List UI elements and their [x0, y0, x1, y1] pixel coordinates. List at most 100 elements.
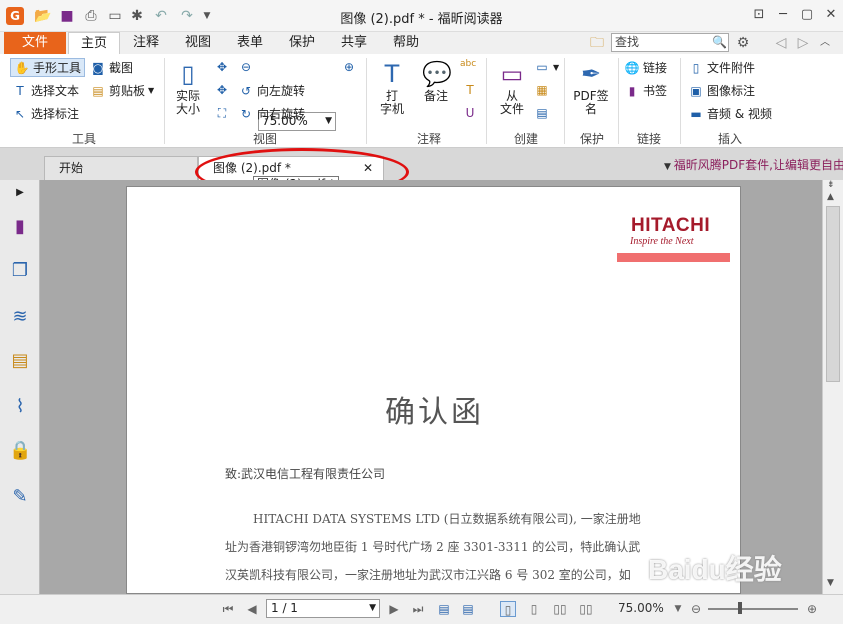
- tab-form[interactable]: 表单: [228, 32, 272, 54]
- note-label: 备注: [423, 89, 448, 103]
- promo-link[interactable]: ▼ 福昕风腾PDF套件,让编辑更自由: [664, 156, 843, 173]
- select-annotation-button[interactable]: ↖ 选择标注: [12, 105, 79, 122]
- bookmark-panel-icon[interactable]: ▮: [9, 216, 31, 238]
- continuous-icon[interactable]: ▯: [526, 601, 542, 617]
- typewriter-button[interactable]: T 打字机: [374, 60, 410, 116]
- continuous-facing-icon[interactable]: ▯▯: [578, 601, 594, 617]
- brand-tagline: Inspire the Next: [630, 236, 694, 247]
- zoom-slider-knob[interactable]: [738, 602, 742, 614]
- zoom-status[interactable]: 75.00%: [618, 601, 664, 615]
- note-button[interactable]: 💬 备注: [416, 60, 456, 103]
- pdf-page[interactable]: HITACHI Inspire the Next 确认函 致:武汉电信工程有限责…: [126, 186, 741, 594]
- create-scan-button[interactable]: ▦: [534, 82, 550, 98]
- tab-home[interactable]: 主页: [68, 32, 120, 54]
- scanner-icon: ▦: [536, 83, 548, 97]
- fit-width-icon: ✥: [216, 83, 228, 97]
- clipboard-button[interactable]: ▤ 剪贴板 ▼: [90, 82, 154, 99]
- previous-view-icon[interactable]: ▤: [436, 601, 452, 617]
- fit-width-button[interactable]: ✥: [214, 82, 230, 98]
- chevron-down-icon: ▼: [664, 162, 674, 172]
- tab-file[interactable]: 文件: [4, 32, 66, 54]
- group-label-insert: 插入: [717, 132, 742, 146]
- tab-protect[interactable]: 保护: [280, 32, 324, 54]
- search-folder-icon[interactable]: 🗀: [588, 34, 606, 52]
- tab-start[interactable]: 开始: [44, 156, 198, 180]
- file-attachment-button[interactable]: ▯ 文件附件: [688, 59, 755, 76]
- zoom-in-icon: ⊕: [343, 60, 355, 74]
- pdf-sign-button[interactable]: ✒ PDF签名: [570, 60, 612, 116]
- tab-share[interactable]: 共享: [332, 32, 376, 54]
- create-blank-button[interactable]: ▭ ▼: [534, 59, 559, 75]
- select-text-button[interactable]: T 选择文本: [12, 82, 79, 99]
- actual-size-button[interactable]: ▯ 实际 大小: [170, 60, 206, 116]
- rotate-left-button[interactable]: ↺ 向左旋转: [238, 82, 305, 99]
- create-clipboard-button[interactable]: ▤: [534, 105, 550, 121]
- split-handle-icon[interactable]: ⇟: [827, 180, 835, 190]
- attachments-panel-icon[interactable]: ⌇: [9, 396, 31, 418]
- search-icon[interactable]: 🔍: [712, 35, 841, 49]
- highlight-text-button[interactable]: abc: [460, 59, 476, 69]
- single-page-icon[interactable]: ▯: [500, 601, 516, 617]
- hand-icon: ✋: [14, 60, 30, 75]
- restore-button[interactable]: ▢: [798, 6, 816, 24]
- attachment-icon: ▯: [692, 60, 700, 75]
- minimize-button[interactable]: ─: [774, 6, 792, 24]
- prev-page-icon[interactable]: ◀: [244, 601, 260, 617]
- audio-video-button[interactable]: ▬ 音频 & 视频: [688, 105, 772, 122]
- divider: [486, 58, 487, 144]
- tab-help[interactable]: 帮助: [384, 32, 428, 54]
- zoom-out-icon[interactable]: ⊖: [688, 601, 704, 617]
- divider: [680, 58, 681, 144]
- facing-icon[interactable]: ▯▯: [552, 601, 568, 617]
- next-page-icon[interactable]: ▶: [386, 601, 402, 617]
- chevron-down-icon: ▼: [148, 86, 155, 95]
- fit-visible-button[interactable]: ⛶: [214, 105, 230, 121]
- actual-size-label-1: 实际: [175, 89, 200, 103]
- next-view-icon[interactable]: ▤: [460, 601, 476, 617]
- scroll-down-icon[interactable]: ▼: [827, 578, 834, 588]
- zoom-in-icon[interactable]: ⊕: [804, 601, 820, 617]
- promo-text: 福昕风腾PDF套件,让编辑更自由: [673, 158, 843, 172]
- ribbon-toggle-icon[interactable]: ⊡: [750, 6, 768, 24]
- strikeout-button[interactable]: T: [462, 82, 478, 98]
- first-page-icon[interactable]: ⏮: [220, 601, 236, 617]
- screenshot-button[interactable]: ◙ 截图: [90, 59, 133, 76]
- rotate-left-label: 向左旋转: [257, 84, 306, 98]
- last-page-icon[interactable]: ⏭: [410, 601, 426, 617]
- page-number-input[interactable]: 1 / 1 ▼: [266, 599, 380, 618]
- image-annotation-button[interactable]: ▣ 图像标注: [688, 82, 755, 99]
- close-button[interactable]: ✕: [822, 6, 840, 24]
- typewriter-label-1: 打: [385, 89, 398, 103]
- vertical-scrollbar[interactable]: ⇟ ▲ ▼: [822, 180, 843, 594]
- hand-tool-label: 手形工具: [33, 61, 82, 75]
- zoom-out-button[interactable]: ⊖: [238, 59, 254, 75]
- tab-comment[interactable]: 注释: [124, 32, 168, 54]
- tab-view[interactable]: 视图: [176, 32, 220, 54]
- pages-panel-icon[interactable]: ❐: [9, 260, 31, 282]
- chevron-down-icon[interactable]: ▼: [670, 601, 686, 617]
- document-viewer[interactable]: HITACHI Inspire the Next 确认函 致:武汉电信工程有限责…: [40, 180, 822, 594]
- link-button[interactable]: 🌐 链接: [624, 59, 668, 76]
- window-title: 图像 (2).pdf * - 福昕阅读器: [340, 12, 503, 27]
- group-label-view: 视图: [252, 132, 277, 146]
- navigation-sidebar: ▶ ▮ ❐ ≋ ▤ ⌇ 🔒 ✎: [0, 180, 40, 594]
- scroll-up-icon[interactable]: ▲: [827, 192, 834, 202]
- typewriter-icon: T: [384, 60, 400, 88]
- signatures-panel-icon[interactable]: ✎: [9, 486, 31, 508]
- security-panel-icon[interactable]: 🔒: [9, 440, 31, 462]
- scroll-thumb[interactable]: [826, 206, 840, 382]
- layers-panel-icon[interactable]: ≋: [9, 306, 31, 328]
- underline-button[interactable]: U: [462, 105, 478, 121]
- paragraph-line-3: 汉英凯科技有限公司，一家注册地址为武汉市江兴路 6 号 302 室的公司，如: [225, 568, 631, 582]
- hand-tool-button[interactable]: ✋ 手形工具: [10, 58, 86, 77]
- bookmark-button[interactable]: ▮ 书签: [624, 82, 667, 99]
- zoom-in-button[interactable]: ⊕: [341, 59, 357, 75]
- typewriter-label-2: 字机: [379, 102, 404, 116]
- chevron-down-icon: ▼: [369, 603, 376, 613]
- comments-panel-icon[interactable]: ▤: [9, 350, 31, 372]
- rotate-right-button[interactable]: ↻ 向右旋转: [238, 105, 305, 122]
- expand-sidebar-icon[interactable]: ▶: [9, 182, 31, 204]
- from-file-button[interactable]: ▭ 从文件: [494, 60, 530, 116]
- zoom-slider[interactable]: [708, 608, 798, 610]
- fit-page-button[interactable]: ✥: [214, 59, 230, 75]
